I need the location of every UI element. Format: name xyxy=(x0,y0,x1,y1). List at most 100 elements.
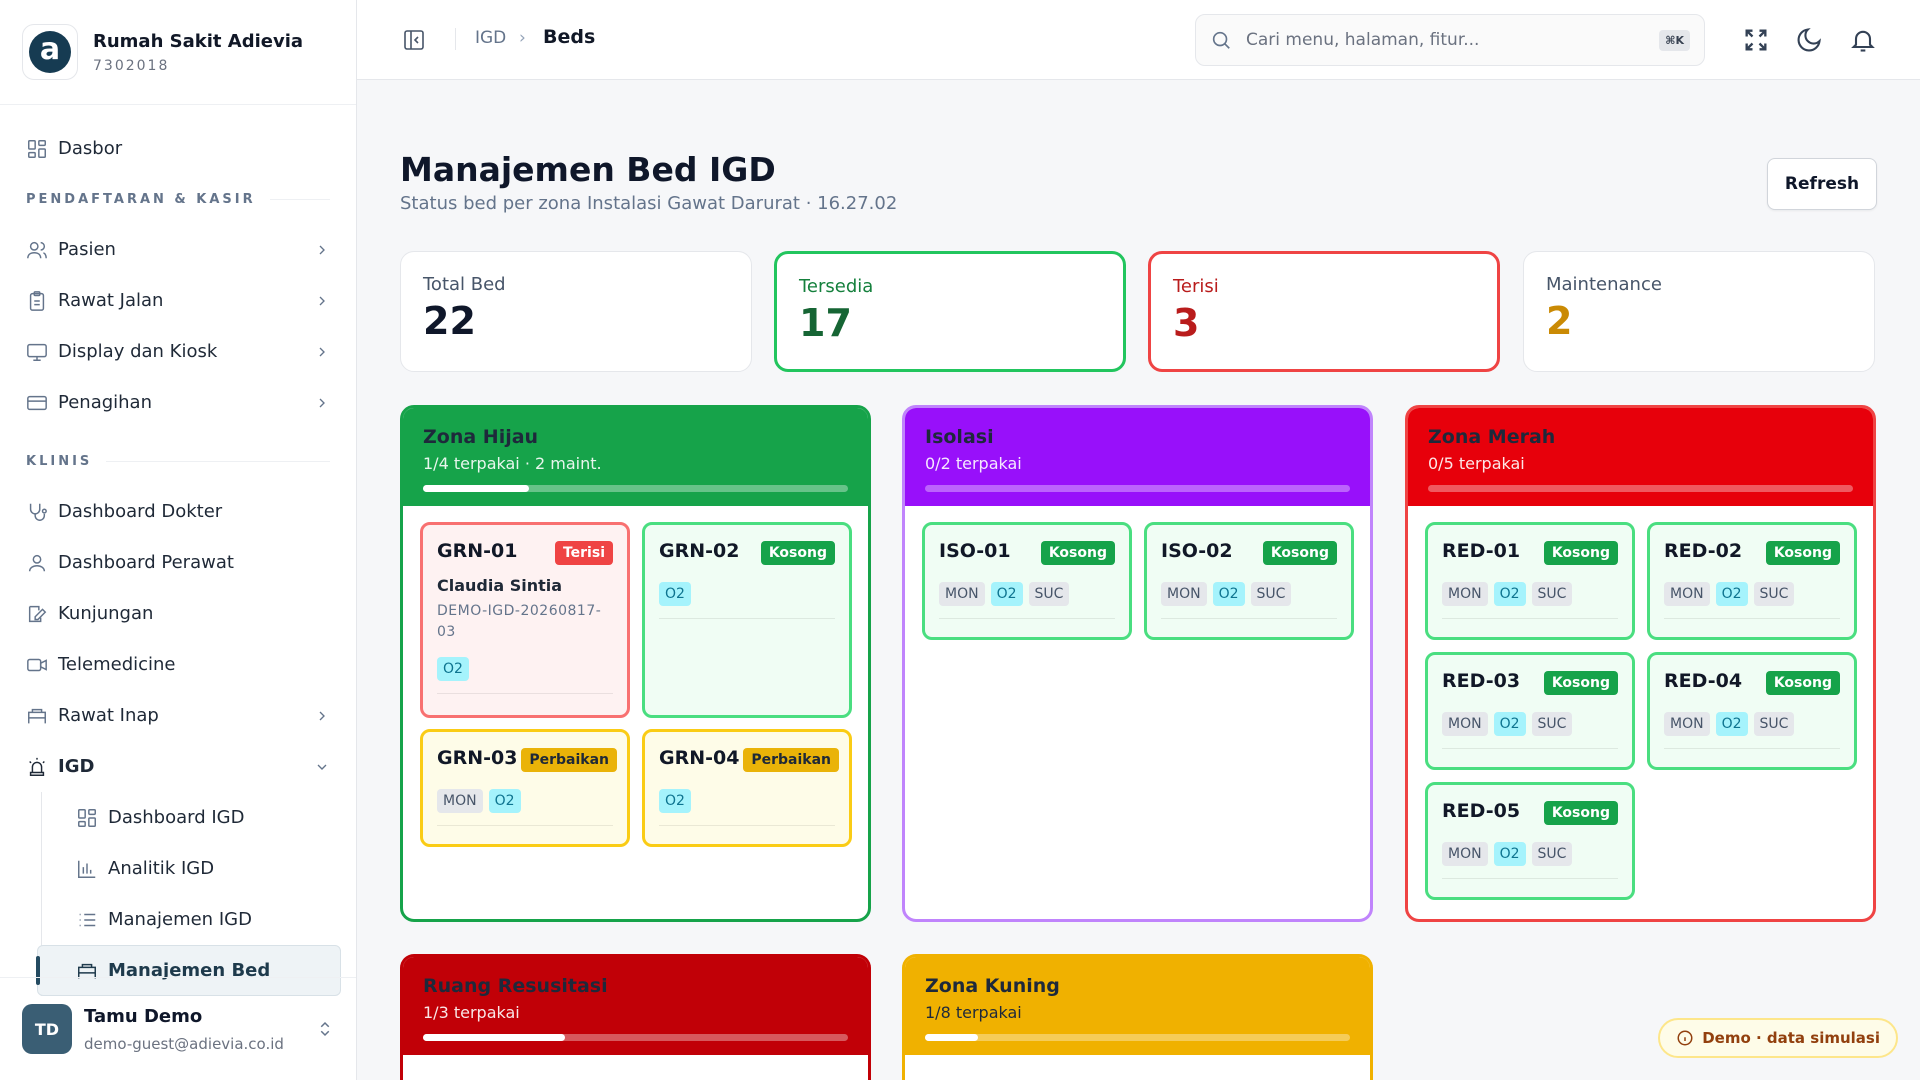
sidebar-item-dasbor[interactable]: Dasbor xyxy=(0,123,356,174)
status-badge: Kosong xyxy=(1765,671,1840,695)
zone-card-resusitasi: Ruang Resusitasi 1/3 terpakai xyxy=(400,954,871,1080)
bed-card[interactable]: RED-03 Kosong MON O2 SUC xyxy=(1425,652,1635,770)
sidebar-item-label: Dashboard IGD xyxy=(108,807,245,828)
bell-icon[interactable] xyxy=(1849,26,1877,54)
stat-terisi: Terisi 3 xyxy=(1148,251,1500,372)
brand-header[interactable]: a Rumah Sakit Adievia 7302018 xyxy=(0,0,356,105)
users-icon xyxy=(27,241,47,258)
equipment-tag: O2 xyxy=(659,582,691,606)
sidebar-item-label: Analitik IGD xyxy=(108,858,215,879)
equipment-tag: SUC xyxy=(1753,582,1795,606)
sidebar-item-penagihan[interactable]: Penagihan xyxy=(0,377,356,428)
sidebar-item-analitik-igd[interactable]: Analitik IGD xyxy=(0,843,356,894)
sidebar-item-dashboard-igd[interactable]: Dashboard IGD xyxy=(0,792,356,843)
zone-header: Zona Kuning 1/8 terpakai xyxy=(905,957,1370,1055)
equipment-tag: SUC xyxy=(1531,712,1573,736)
breadcrumb-parent[interactable]: IGD xyxy=(475,28,506,48)
sidebar-item-label: Kunjungan xyxy=(58,603,154,624)
search-icon xyxy=(1212,31,1230,49)
demo-badge-label: Demo · data simulasi xyxy=(1702,1029,1880,1047)
zone-card-merah: Zona Merah 0/5 terpakai RED-01 Kosong MO… xyxy=(1405,405,1876,922)
brand-name: Rumah Sakit Adievia xyxy=(93,30,304,52)
sidebar-item-rawat-inap[interactable]: Rawat Inap xyxy=(0,690,356,741)
bed-card[interactable]: GRN-02 Kosong O2 xyxy=(642,522,852,718)
search-shortcut: ⌘K xyxy=(1659,29,1690,51)
status-badge: Perbaikan xyxy=(521,748,617,772)
bed-card[interactable]: ISO-01 Kosong MON O2 SUC xyxy=(922,522,1132,640)
bar-chart-icon xyxy=(78,860,96,878)
zone-name: Zona Hijau xyxy=(423,426,539,448)
zone-occupancy: 1/8 terpakai xyxy=(925,1003,1022,1022)
equipment-tag: O2 xyxy=(659,789,691,813)
moon-icon[interactable] xyxy=(1795,26,1823,54)
zone-occupancy: 1/3 terpakai xyxy=(423,1003,520,1022)
bed-card[interactable]: GRN-01 Terisi Claudia Sintia DEMO-IGD-20… xyxy=(420,522,630,718)
zone-name: Zona Kuning xyxy=(925,975,1060,997)
zone-occupancy: 1/4 terpakai · 2 maint. xyxy=(423,454,602,473)
demo-badge: Demo · data simulasi xyxy=(1658,1018,1898,1058)
sidebar-item-label: IGD xyxy=(58,756,95,777)
status-badge: Kosong xyxy=(1543,801,1618,825)
sidebar-item-label: Pasien xyxy=(58,239,116,260)
bed-card[interactable]: RED-01 Kosong MON O2 SUC xyxy=(1425,522,1635,640)
bed-card[interactable]: RED-04 Kosong MON O2 SUC xyxy=(1647,652,1857,770)
equipment-tag: O2 xyxy=(488,789,521,813)
section-header: PENDAFTARAN & KASIR xyxy=(0,174,356,224)
chevron-right-icon xyxy=(319,245,325,254)
refresh-button[interactable]: Refresh xyxy=(1767,158,1877,210)
page-subtitle: Status bed per zona Instalasi Gawat Daru… xyxy=(400,193,898,214)
zone-card-isolasi: Isolasi 0/2 terpakai ISO-01 Kosong MON O2… xyxy=(902,405,1373,922)
sidebar-item-dashboard-dokter[interactable]: Dashboard Dokter xyxy=(0,486,356,537)
bed-card[interactable]: RED-02 Kosong MON O2 SUC xyxy=(1647,522,1857,640)
zone-header: Ruang Resusitasi 1/3 terpakai xyxy=(403,957,868,1055)
sidebar-item-telemedicine[interactable]: Telemedicine xyxy=(0,639,356,690)
equipment-tag: O2 xyxy=(437,657,469,681)
user-name: Tamu Demo xyxy=(84,1005,203,1027)
sidebar-item-display-kiosk[interactable]: Display dan Kiosk xyxy=(0,326,356,377)
bed-card[interactable]: GRN-04 Perbaikan O2 xyxy=(642,729,852,847)
zone-name: Isolasi xyxy=(925,426,994,448)
grid-icon xyxy=(28,139,46,158)
sidebar-item-label: Penagihan xyxy=(58,392,152,413)
equipment-tag: MON xyxy=(1442,712,1488,736)
sidebar-toggle-icon[interactable] xyxy=(402,28,426,52)
avatar: TD xyxy=(22,1004,72,1054)
chevron-right-icon xyxy=(319,347,325,356)
fullscreen-icon[interactable] xyxy=(1742,26,1770,54)
sidebar-item-dashboard-perawat[interactable]: Dashboard Perawat xyxy=(0,537,356,588)
sidebar-nav: Dasbor PENDAFTARAN & KASIR Pasien Rawat … xyxy=(0,105,356,996)
zone-progress xyxy=(925,1034,1350,1041)
bed-card[interactable]: ISO-02 Kosong MON O2 SUC xyxy=(1144,522,1354,640)
search-input[interactable] xyxy=(1246,30,1660,50)
equipment-tag: SUC xyxy=(1250,582,1292,606)
sidebar-item-pasien[interactable]: Pasien xyxy=(0,224,356,275)
sidebar-item-kunjungan[interactable]: Kunjungan xyxy=(0,588,356,639)
section-title: PENDAFTARAN & KASIR xyxy=(26,191,256,207)
user-menu[interactable]: TD Tamu Demo demo-guest@adievia.co.id xyxy=(0,977,356,1080)
zone-card-kuning: Zona Kuning 1/8 terpakai xyxy=(902,954,1373,1080)
equipment-tag: O2 xyxy=(1715,582,1748,606)
chevron-down-icon xyxy=(317,764,327,770)
bed-card[interactable]: RED-05 Kosong MON O2 SUC xyxy=(1425,782,1635,900)
equipment-tag: MON xyxy=(1442,582,1488,606)
zone-header: Isolasi 0/2 terpakai xyxy=(905,408,1370,506)
sidebar-item-label: Dashboard Perawat xyxy=(58,552,234,573)
video-icon xyxy=(27,658,47,671)
equipment-tag: O2 xyxy=(1212,582,1245,606)
sidebar-item-rawat-jalan[interactable]: Rawat Jalan xyxy=(0,275,356,326)
status-badge: Kosong xyxy=(1040,541,1115,565)
sidebar-item-label: Telemedicine xyxy=(58,654,176,675)
sidebar-item-igd[interactable]: IGD xyxy=(0,741,356,792)
patient-id: DEMO-IGD-20260817-03 xyxy=(437,603,602,640)
page-title: Manajemen Bed IGD xyxy=(400,150,776,189)
info-icon xyxy=(1677,1030,1693,1046)
zone-progress-fill xyxy=(423,485,530,492)
bed-card[interactable]: GRN-03 Perbaikan MON O2 xyxy=(420,729,630,847)
stat-label: Terisi xyxy=(1173,276,1219,297)
main-content: Manajemen Bed IGD Status bed per zona In… xyxy=(357,80,1920,1080)
status-badge: Perbaikan xyxy=(743,748,839,772)
siren-icon xyxy=(29,757,45,776)
sidebar-item-manajemen-igd[interactable]: Manajemen IGD xyxy=(0,894,356,945)
sidebar: a Rumah Sakit Adievia 7302018 Dasbor PEN… xyxy=(0,0,357,1080)
search-box[interactable]: ⌘K xyxy=(1195,14,1705,66)
